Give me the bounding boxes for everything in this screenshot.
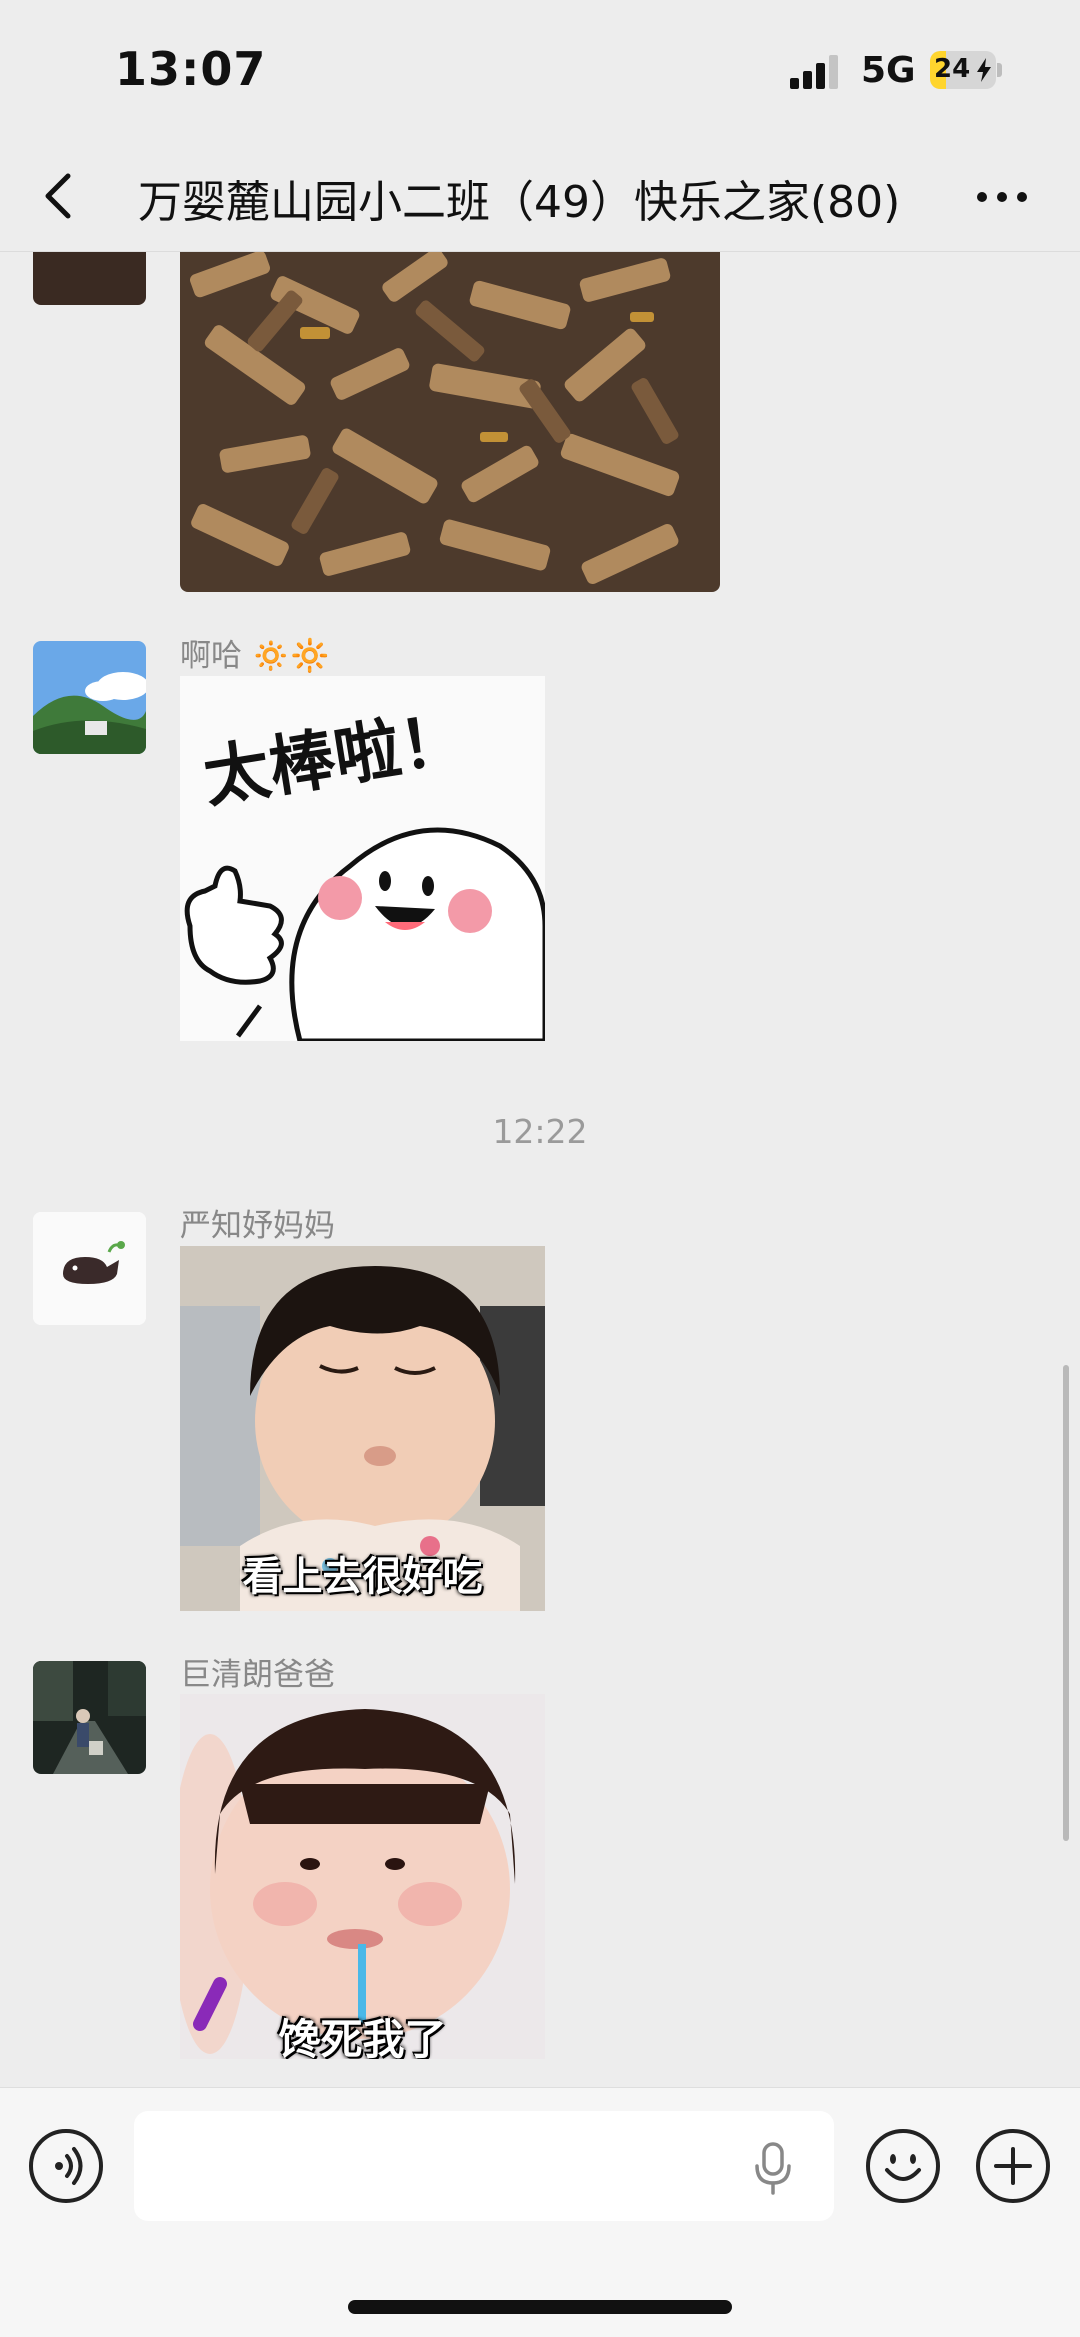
voice-button[interactable] xyxy=(29,2129,103,2203)
avatar[interactable] xyxy=(33,1212,146,1325)
avatar[interactable] xyxy=(33,252,146,305)
battery-percent: 24 xyxy=(934,54,971,84)
message-list[interactable]: 啊哈 🔅🔆 太棒啦！ 12:22 严知妤妈妈 看上去很好吃 巨清朗爸爸 馋死我了 xyxy=(0,252,1080,2087)
sender-name: 啊哈 🔅🔆 xyxy=(180,638,330,674)
sticker-caption: 看上去很好吃 xyxy=(242,1554,483,1600)
status-bar: 13:07 5G 24 xyxy=(0,0,1080,140)
mic-icon[interactable] xyxy=(750,2140,796,2196)
status-time: 13:07 xyxy=(115,42,267,96)
plus-button[interactable] xyxy=(976,2129,1050,2203)
sticker[interactable]: 太棒啦！ xyxy=(180,676,545,1041)
emoji-button[interactable] xyxy=(866,2129,940,2203)
emoji-icon xyxy=(885,2154,921,2181)
network-label: 5G xyxy=(861,50,916,91)
charging-bolt-icon xyxy=(977,58,991,82)
time-divider: 12:22 xyxy=(492,1112,588,1151)
chat-header: 万婴麓山园小二班（49）快乐之家(80) xyxy=(0,140,1080,252)
wechat-group-chat: 13:07 5G 24 万婴麓山园小二班（49）快乐之家(80) 啊哈 🔅🔆 太… xyxy=(0,0,1080,2337)
avatar[interactable] xyxy=(33,641,146,754)
sender-name: 巨清朗爸爸 xyxy=(180,1657,335,1693)
avatar[interactable] xyxy=(33,1661,146,1774)
sticker[interactable]: 看上去很好吃 xyxy=(180,1246,545,1611)
food-photo[interactable] xyxy=(180,252,720,592)
sticker-caption: 馋死我了 xyxy=(278,2015,447,2059)
battery-icon: 24 xyxy=(930,51,1002,89)
sticker[interactable]: 馋死我了 xyxy=(180,1694,545,2059)
input-bar xyxy=(0,2087,1080,2337)
voice-icon xyxy=(55,2147,83,2185)
scrollbar[interactable] xyxy=(1063,1365,1069,1841)
message-input[interactable] xyxy=(134,2111,834,2221)
more-dots-icon[interactable] xyxy=(972,182,1032,212)
plus-icon xyxy=(994,2147,1032,2185)
signal-icon xyxy=(790,55,838,89)
chat-title: 万婴麓山园小二班（49）快乐之家(80) xyxy=(138,177,901,228)
home-indicator[interactable] xyxy=(348,2300,732,2314)
sender-name: 严知妤妈妈 xyxy=(180,1208,335,1244)
chevron-left-icon[interactable] xyxy=(40,170,80,222)
